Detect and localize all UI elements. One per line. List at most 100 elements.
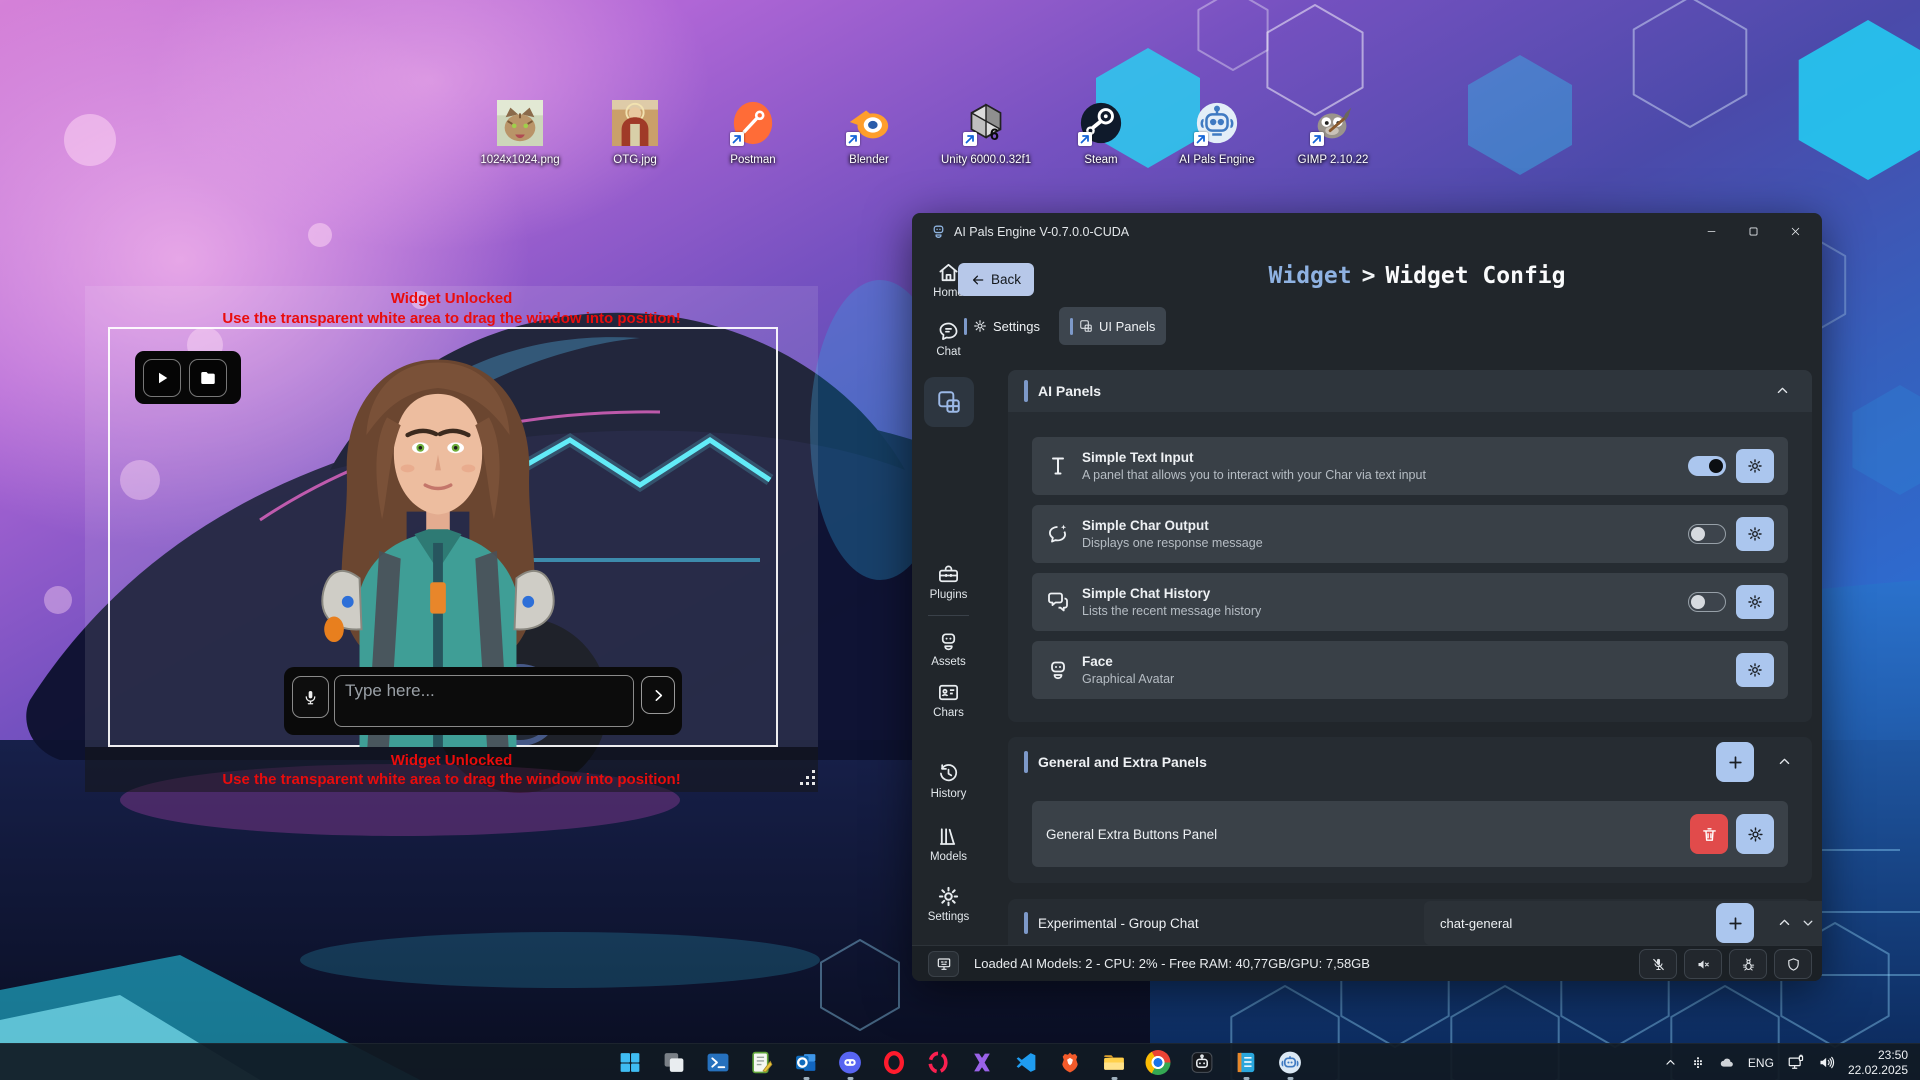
notepad-plus-plus-icon — [750, 1050, 775, 1075]
sidebar-item-chars[interactable]: Chars — [912, 681, 985, 719]
section-header-ai-panels[interactable]: AI Panels — [1008, 370, 1812, 412]
tab-settings[interactable]: Settings — [953, 307, 1051, 345]
section-header-general-panels[interactable]: General and Extra Panels — [1008, 737, 1812, 787]
widget-open-folder-button[interactable] — [189, 359, 227, 397]
desktop-icon-unity[interactable]: 6 Unity 6000.0.32f1 — [941, 100, 1031, 166]
taskbar-icon-notepad-plus-plus[interactable] — [749, 1049, 776, 1076]
desktop-icon-painting-image[interactable]: OTG.jpg — [590, 100, 680, 166]
desktop-icon-postman[interactable]: Postman — [708, 100, 798, 166]
taskbar-start-button[interactable] — [617, 1049, 644, 1076]
taskbar-icon-powershell[interactable] — [705, 1049, 732, 1076]
tray-network-icon[interactable] — [1787, 1054, 1805, 1072]
ai-pals-robot-icon — [1278, 1050, 1303, 1075]
taskbar-icon-opera-gx[interactable] — [925, 1049, 952, 1076]
widget-resize-grip[interactable] — [798, 768, 816, 786]
desktop-icon-blender[interactable]: Blender — [824, 100, 914, 166]
taskbar-icon-x-app[interactable] — [969, 1049, 996, 1076]
debug-button[interactable] — [1729, 949, 1767, 979]
desktop-icon-steam[interactable]: Steam — [1056, 100, 1146, 166]
gear-icon — [973, 319, 987, 333]
simple-char-output-settings-button[interactable] — [1736, 517, 1774, 551]
steam-icon — [1078, 100, 1124, 146]
sidebar-item-plugins[interactable]: Plugins — [912, 563, 985, 601]
plus-icon — [1727, 915, 1744, 932]
tray-clock[interactable]: 23:50 22.02.2025 — [1848, 1048, 1908, 1078]
desktop-icon-cat-image[interactable]: 1024x1024.png — [475, 100, 565, 166]
group-chat-dropdown[interactable]: chat-general — [1424, 901, 1822, 945]
tray-speaker-icon[interactable] — [1818, 1054, 1835, 1071]
discord-icon — [838, 1050, 863, 1075]
tab-ui-panels[interactable]: UI Panels — [1059, 307, 1166, 345]
desktop-icon-label: OTG.jpg — [590, 154, 680, 166]
maximize-button[interactable] — [1732, 213, 1774, 249]
microphone-off-icon — [1651, 957, 1666, 972]
security-button[interactable] — [1774, 949, 1812, 979]
taskbar-icon-chrome[interactable] — [1145, 1049, 1172, 1076]
x-logo-icon — [970, 1050, 995, 1075]
taskbar-icon-brave[interactable] — [1057, 1049, 1084, 1076]
close-button[interactable] — [1774, 213, 1816, 249]
tray-dots-grid-icon[interactable] — [1690, 1055, 1706, 1071]
notes-app-icon — [1234, 1050, 1259, 1075]
simple-text-input-settings-button[interactable] — [1736, 449, 1774, 483]
simple-chat-history-toggle[interactable] — [1688, 592, 1726, 612]
taskbar-task-view-button[interactable] — [661, 1049, 688, 1076]
taskbar-icon-discord[interactable] — [837, 1049, 864, 1076]
vscode-icon — [1014, 1050, 1039, 1075]
ui-panels-icon — [1079, 319, 1093, 333]
shortcut-arrow-icon — [1310, 132, 1324, 146]
taskbar-icon-opera[interactable] — [881, 1049, 908, 1076]
taskbar-icon-notes-app[interactable] — [1233, 1049, 1260, 1076]
outlook-icon — [794, 1050, 819, 1075]
tray-language-indicator[interactable]: ENG — [1748, 1056, 1774, 1070]
taskbar-icon-vscode[interactable] — [1013, 1049, 1040, 1076]
speaker-mute-button[interactable] — [1684, 949, 1722, 979]
window-titlebar[interactable]: AI Pals Engine V-0.7.0.0-CUDA — [912, 213, 1822, 251]
sidebar-item-models[interactable]: Models — [912, 825, 985, 863]
minimize-button[interactable] — [1690, 213, 1732, 249]
system-monitor-button[interactable] — [928, 951, 959, 977]
tray-onedrive-cloud-icon[interactable] — [1719, 1055, 1735, 1071]
simple-chat-history-settings-button[interactable] — [1736, 585, 1774, 619]
delete-panel-button[interactable] — [1690, 814, 1728, 854]
simple-text-input-toggle[interactable] — [1688, 456, 1726, 476]
desktop-icon-ai-pals-engine[interactable]: AI Pals Engine — [1172, 100, 1262, 166]
desktop-icon-label: Unity 6000.0.32f1 — [941, 154, 1031, 166]
sidebar-item-history[interactable]: History — [912, 762, 985, 800]
taskbar-icon-robot-app[interactable] — [1189, 1049, 1216, 1076]
panel-settings-button[interactable] — [1736, 814, 1774, 854]
id-card-icon — [937, 681, 960, 704]
collapse-section-button[interactable] — [1777, 915, 1792, 930]
gear-icon — [1747, 458, 1763, 474]
taskbar-icon-file-explorer[interactable] — [1101, 1049, 1128, 1076]
simple-char-output-toggle[interactable] — [1688, 524, 1726, 544]
back-button[interactable]: Back — [958, 263, 1034, 296]
taskbar-icon-outlook[interactable] — [793, 1049, 820, 1076]
widget-text-input[interactable] — [334, 675, 634, 727]
breadcrumb-parent[interactable]: Widget — [1269, 263, 1352, 289]
widget-send-button[interactable] — [641, 676, 675, 714]
tray-date: 22.02.2025 — [1848, 1063, 1908, 1078]
sidebar-item-assets[interactable]: Assets — [912, 630, 985, 668]
section-title: AI Panels — [1038, 383, 1101, 399]
widget-mic-button[interactable] — [292, 676, 329, 718]
collapse-section-button[interactable] — [1775, 383, 1790, 398]
image-thumbnail-icon — [612, 100, 658, 146]
gear-icon — [1747, 526, 1763, 542]
file-explorer-icon — [1102, 1050, 1127, 1075]
sidebar-item-settings[interactable]: Settings — [912, 885, 985, 923]
desktop-icon-gimp[interactable]: GIMP 2.10.22 — [1288, 100, 1378, 166]
play-icon — [153, 369, 171, 387]
add-panel-button[interactable] — [1716, 742, 1754, 782]
section-title: Experimental - Group Chat — [1038, 916, 1199, 931]
add-group-chat-button[interactable] — [1716, 903, 1754, 943]
tray-show-hidden-icons-chevron[interactable] — [1664, 1056, 1677, 1069]
gimp-icon — [1310, 100, 1356, 146]
face-settings-button[interactable] — [1736, 653, 1774, 687]
taskbar-icon-ai-pals-engine[interactable] — [1277, 1049, 1304, 1076]
widget-play-button[interactable] — [143, 359, 181, 397]
mic-mute-button[interactable] — [1639, 949, 1677, 979]
sidebar-item-widget-active[interactable] — [924, 377, 974, 427]
collapse-section-button[interactable] — [1777, 754, 1792, 769]
section-header-experimental[interactable]: Experimental - Group Chat chat-general — [1008, 899, 1812, 947]
